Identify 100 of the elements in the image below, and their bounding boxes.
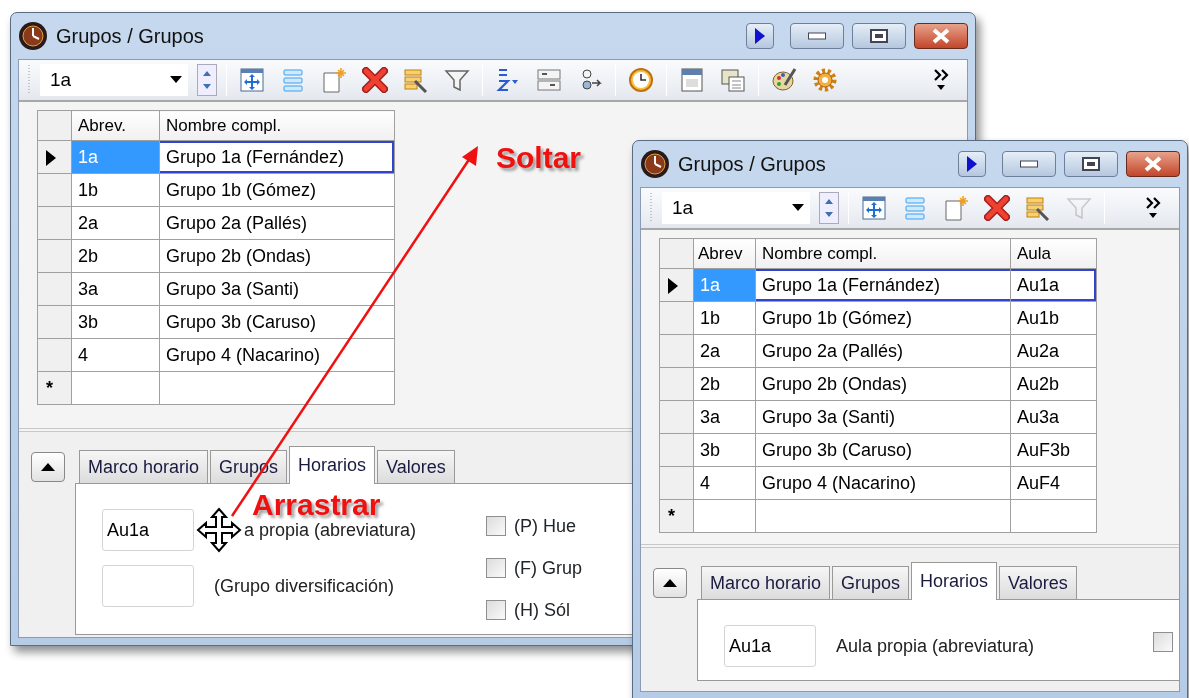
checkbox[interactable] <box>486 558 507 578</box>
clock-button[interactable] <box>628 67 654 93</box>
text-field[interactable]: Au1a <box>102 509 194 551</box>
delete-icon <box>362 67 388 93</box>
table-cell: Grupo 3b (Caruso) <box>755 433 1011 467</box>
checkbox-label: (H) Sól <box>514 598 571 622</box>
text-field[interactable]: Au1a <box>724 625 816 667</box>
close-button[interactable] <box>914 23 968 49</box>
column-header[interactable]: Abrev. <box>71 110 160 141</box>
table-cell: 1b <box>71 173 160 207</box>
edit-list-button[interactable] <box>1025 195 1051 221</box>
grip-icon <box>649 193 653 223</box>
tab[interactable]: Valores <box>377 450 455 483</box>
maximize-button[interactable] <box>1064 151 1118 177</box>
rows-icon <box>902 195 928 221</box>
minimize-button[interactable] <box>790 23 844 49</box>
table-cell: Grupo 3a (Santi) <box>159 272 395 306</box>
windows-button[interactable] <box>720 67 746 93</box>
table-cell: 2a <box>693 334 756 368</box>
new-row-marker: * <box>668 505 675 526</box>
funnel-button[interactable] <box>444 67 470 93</box>
delete-button[interactable] <box>362 67 388 93</box>
new-document-button[interactable] <box>943 195 969 221</box>
drop-caption: Soltar <box>496 143 582 173</box>
calendar-button[interactable] <box>679 67 705 93</box>
table-cell: 2a <box>71 206 160 240</box>
table-cell: Grupo 4 (Nacarino) <box>159 338 395 372</box>
tab[interactable]: Valores <box>999 566 1077 599</box>
spin-button[interactable] <box>819 192 839 224</box>
play-icon <box>754 27 766 45</box>
column-header[interactable]: Abrev <box>693 238 756 269</box>
collapse-button[interactable] <box>653 568 687 598</box>
table-cell: Grupo 1a (Fernández) <box>755 268 1011 302</box>
table-cell: 3b <box>71 305 160 339</box>
table-cell: Au2a <box>1010 334 1097 368</box>
new-document-icon <box>321 67 347 93</box>
table-cell: Grupo 3a (Santi) <box>755 400 1011 434</box>
palette-button[interactable] <box>771 67 797 93</box>
calendar-icon <box>679 67 705 93</box>
maximize-button[interactable] <box>852 23 906 49</box>
table-cell: 3a <box>693 400 756 434</box>
table-cell: Grupo 1b (Gómez) <box>159 173 395 207</box>
sort-button[interactable] <box>495 67 521 93</box>
grid-icon <box>536 67 562 93</box>
tab[interactable]: Marco horario <box>79 450 209 483</box>
up-triangle-icon <box>41 463 55 471</box>
checkbox[interactable] <box>486 600 507 620</box>
tab[interactable]: Marco horario <box>701 566 831 599</box>
tab[interactable]: Grupos <box>832 566 910 599</box>
spin-arrows-icon <box>197 64 217 96</box>
group-combo[interactable]: 1a <box>40 64 188 96</box>
field-label: Aula propia (abreviatura) <box>836 634 1035 658</box>
clock-icon <box>640 149 670 179</box>
row-pointer-icon <box>46 149 56 166</box>
delete-icon <box>984 195 1010 221</box>
delete-button[interactable] <box>984 195 1010 221</box>
table-cell: 3a <box>71 272 160 306</box>
spin-button[interactable] <box>197 64 217 96</box>
checkbox[interactable] <box>486 516 507 536</box>
grip-icon <box>27 65 31 95</box>
table-cell: Au1a <box>1010 268 1097 302</box>
close-icon <box>1142 156 1164 172</box>
table-cell: Au2b <box>1010 367 1097 401</box>
window-move-button[interactable] <box>861 195 887 221</box>
minimize-icon <box>1020 160 1038 168</box>
table-cell: Grupo 1a (Fernández) <box>159 140 395 174</box>
row-header[interactable] <box>37 140 72 174</box>
edit-list-button[interactable] <box>403 67 429 93</box>
table-cell: Grupo 2b (Ondas) <box>159 239 395 273</box>
new-document-button[interactable] <box>321 67 347 93</box>
checkbox[interactable] <box>1153 632 1173 652</box>
edit-list-icon <box>403 67 429 93</box>
gear-button[interactable] <box>812 67 838 93</box>
grid-button[interactable] <box>536 67 562 93</box>
minimize-button[interactable] <box>1002 151 1056 177</box>
maximize-icon <box>870 29 888 43</box>
caret-icon <box>170 76 182 84</box>
play-button[interactable] <box>746 23 774 49</box>
field-label: (Grupo diversificación) <box>214 574 395 598</box>
row-header[interactable] <box>659 268 694 302</box>
column-header[interactable]: Aula <box>1010 238 1097 269</box>
collapse-button[interactable] <box>31 452 65 482</box>
group-combo[interactable]: 1a <box>662 192 810 224</box>
table-cell: 2b <box>71 239 160 273</box>
windows-icon <box>720 67 746 93</box>
up-triangle-icon <box>663 579 677 587</box>
window-move-icon <box>239 67 265 93</box>
window-title: Grupos / Grupos <box>678 152 826 177</box>
text-field[interactable] <box>102 565 194 607</box>
table-cell: Au1b <box>1010 301 1097 335</box>
play-button[interactable] <box>958 151 986 177</box>
close-button[interactable] <box>1126 151 1180 177</box>
table-cell: 3b <box>693 433 756 467</box>
column-header[interactable]: Nombre compl. <box>159 110 395 141</box>
column-header[interactable]: Nombre compl. <box>755 238 1011 269</box>
tab[interactable]: Horarios <box>911 562 998 600</box>
tab[interactable]: Horarios <box>289 446 376 484</box>
window-move-button[interactable] <box>239 67 265 93</box>
checkbox-label: (F) Grup <box>514 556 583 580</box>
table-cell: Grupo 3b (Caruso) <box>159 305 395 339</box>
